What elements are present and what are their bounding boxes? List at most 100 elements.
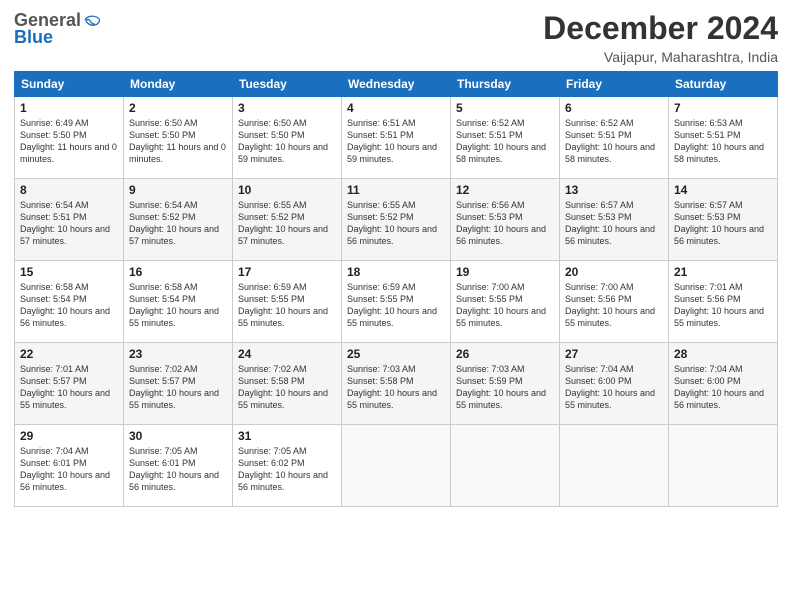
- day-info: Sunrise: 6:59 AMSunset: 5:55 PMDaylight:…: [347, 281, 445, 330]
- month-title: December 2024: [543, 10, 778, 47]
- calendar-cell: 20 Sunrise: 7:00 AMSunset: 5:56 PMDayligh…: [560, 261, 669, 343]
- calendar-cell: 8 Sunrise: 6:54 AMSunset: 5:51 PMDaylight…: [15, 179, 124, 261]
- day-info: Sunrise: 6:55 AMSunset: 5:52 PMDaylight:…: [238, 199, 336, 248]
- calendar-header-thursday: Thursday: [451, 72, 560, 97]
- day-info: Sunrise: 7:02 AMSunset: 5:57 PMDaylight:…: [129, 363, 227, 412]
- day-info: Sunrise: 7:04 AMSunset: 6:00 PMDaylight:…: [674, 363, 772, 412]
- title-block: December 2024 Vaijapur, Maharashtra, Ind…: [543, 10, 778, 65]
- day-info: Sunrise: 7:02 AMSunset: 5:58 PMDaylight:…: [238, 363, 336, 412]
- day-info: Sunrise: 6:54 AMSunset: 5:52 PMDaylight:…: [129, 199, 227, 248]
- day-number: 8: [20, 183, 118, 197]
- day-number: 25: [347, 347, 445, 361]
- main-container: General Blue December 2024 Vaijapur, Mah…: [0, 0, 792, 517]
- calendar-header-saturday: Saturday: [669, 72, 778, 97]
- calendar-week-3: 15 Sunrise: 6:58 AMSunset: 5:54 PMDayligh…: [15, 261, 778, 343]
- day-info: Sunrise: 6:56 AMSunset: 5:53 PMDaylight:…: [456, 199, 554, 248]
- calendar-cell: 28 Sunrise: 7:04 AMSunset: 6:00 PMDayligh…: [669, 343, 778, 425]
- calendar-cell: [342, 425, 451, 507]
- day-number: 6: [565, 101, 663, 115]
- day-info: Sunrise: 7:03 AMSunset: 5:59 PMDaylight:…: [456, 363, 554, 412]
- day-info: Sunrise: 7:00 AMSunset: 5:56 PMDaylight:…: [565, 281, 663, 330]
- day-info: Sunrise: 6:51 AMSunset: 5:51 PMDaylight:…: [347, 117, 445, 166]
- day-number: 1: [20, 101, 118, 115]
- day-info: Sunrise: 6:54 AMSunset: 5:51 PMDaylight:…: [20, 199, 118, 248]
- day-number: 29: [20, 429, 118, 443]
- calendar-week-4: 22Sunrise: 7:01 AMSunset: 5:57 PMDayligh…: [15, 343, 778, 425]
- calendar-cell: 24Sunrise: 7:02 AMSunset: 5:58 PMDayligh…: [233, 343, 342, 425]
- calendar-cell: 30Sunrise: 7:05 AMSunset: 6:01 PMDayligh…: [124, 425, 233, 507]
- calendar-cell: 23Sunrise: 7:02 AMSunset: 5:57 PMDayligh…: [124, 343, 233, 425]
- calendar-cell: 26 Sunrise: 7:03 AMSunset: 5:59 PMDayligh…: [451, 343, 560, 425]
- day-info: Sunrise: 7:05 AMSunset: 6:02 PMDaylight:…: [238, 445, 336, 494]
- day-number: 22: [20, 347, 118, 361]
- calendar-cell: 9 Sunrise: 6:54 AMSunset: 5:52 PMDaylight…: [124, 179, 233, 261]
- day-info: Sunrise: 7:05 AMSunset: 6:01 PMDaylight:…: [129, 445, 227, 494]
- day-number: 13: [565, 183, 663, 197]
- calendar-cell: 17Sunrise: 6:59 AMSunset: 5:55 PMDayligh…: [233, 261, 342, 343]
- calendar-header-monday: Monday: [124, 72, 233, 97]
- day-number: 9: [129, 183, 227, 197]
- page-header: General Blue December 2024 Vaijapur, Mah…: [14, 10, 778, 65]
- day-number: 11: [347, 183, 445, 197]
- day-number: 14: [674, 183, 772, 197]
- calendar-cell: 19Sunrise: 7:00 AMSunset: 5:55 PMDayligh…: [451, 261, 560, 343]
- calendar-header-row: SundayMondayTuesdayWednesdayThursdayFrid…: [15, 72, 778, 97]
- day-number: 21: [674, 265, 772, 279]
- calendar-cell: 12 Sunrise: 6:56 AMSunset: 5:53 PMDayligh…: [451, 179, 560, 261]
- calendar-header-wednesday: Wednesday: [342, 72, 451, 97]
- day-number: 27: [565, 347, 663, 361]
- calendar-cell: 3Sunrise: 6:50 AMSunset: 5:50 PMDaylight…: [233, 97, 342, 179]
- calendar-cell: 5 Sunrise: 6:52 AMSunset: 5:51 PMDaylight…: [451, 97, 560, 179]
- calendar-cell: [669, 425, 778, 507]
- calendar-week-5: 29 Sunrise: 7:04 AMSunset: 6:01 PMDayligh…: [15, 425, 778, 507]
- day-number: 3: [238, 101, 336, 115]
- day-number: 28: [674, 347, 772, 361]
- day-number: 16: [129, 265, 227, 279]
- calendar-header-tuesday: Tuesday: [233, 72, 342, 97]
- calendar-cell: 18Sunrise: 6:59 AMSunset: 5:55 PMDayligh…: [342, 261, 451, 343]
- calendar-week-1: 1 Sunrise: 6:49 AMSunset: 5:50 PMDaylight…: [15, 97, 778, 179]
- day-info: Sunrise: 6:57 AMSunset: 5:53 PMDaylight:…: [565, 199, 663, 248]
- day-info: Sunrise: 6:52 AMSunset: 5:51 PMDaylight:…: [565, 117, 663, 166]
- calendar-cell: 25 Sunrise: 7:03 AMSunset: 5:58 PMDayligh…: [342, 343, 451, 425]
- day-info: Sunrise: 6:55 AMSunset: 5:52 PMDaylight:…: [347, 199, 445, 248]
- calendar-cell: [451, 425, 560, 507]
- location: Vaijapur, Maharashtra, India: [543, 49, 778, 65]
- day-info: Sunrise: 7:00 AMSunset: 5:55 PMDaylight:…: [456, 281, 554, 330]
- day-number: 2: [129, 101, 227, 115]
- calendar-cell: 6 Sunrise: 6:52 AMSunset: 5:51 PMDaylight…: [560, 97, 669, 179]
- calendar-cell: 22Sunrise: 7:01 AMSunset: 5:57 PMDayligh…: [15, 343, 124, 425]
- calendar-cell: 10Sunrise: 6:55 AMSunset: 5:52 PMDayligh…: [233, 179, 342, 261]
- day-number: 20: [565, 265, 663, 279]
- day-number: 5: [456, 101, 554, 115]
- calendar-header-friday: Friday: [560, 72, 669, 97]
- day-number: 15: [20, 265, 118, 279]
- day-info: Sunrise: 6:52 AMSunset: 5:51 PMDaylight:…: [456, 117, 554, 166]
- day-number: 4: [347, 101, 445, 115]
- calendar-cell: [560, 425, 669, 507]
- calendar-cell: 4 Sunrise: 6:51 AMSunset: 5:51 PMDaylight…: [342, 97, 451, 179]
- calendar-cell: 7 Sunrise: 6:53 AMSunset: 5:51 PMDaylight…: [669, 97, 778, 179]
- calendar-cell: 2Sunrise: 6:50 AMSunset: 5:50 PMDaylight…: [124, 97, 233, 179]
- day-number: 7: [674, 101, 772, 115]
- day-info: Sunrise: 6:49 AMSunset: 5:50 PMDaylight:…: [20, 117, 118, 166]
- calendar-week-2: 8 Sunrise: 6:54 AMSunset: 5:51 PMDaylight…: [15, 179, 778, 261]
- logo-bird-icon: [83, 13, 101, 29]
- calendar-cell: 29 Sunrise: 7:04 AMSunset: 6:01 PMDayligh…: [15, 425, 124, 507]
- day-info: Sunrise: 7:04 AMSunset: 6:00 PMDaylight:…: [565, 363, 663, 412]
- calendar-table: SundayMondayTuesdayWednesdayThursdayFrid…: [14, 71, 778, 507]
- day-info: Sunrise: 7:04 AMSunset: 6:01 PMDaylight:…: [20, 445, 118, 494]
- calendar-cell: 16Sunrise: 6:58 AMSunset: 5:54 PMDayligh…: [124, 261, 233, 343]
- calendar-cell: 1 Sunrise: 6:49 AMSunset: 5:50 PMDaylight…: [15, 97, 124, 179]
- day-number: 26: [456, 347, 554, 361]
- day-info: Sunrise: 6:57 AMSunset: 5:53 PMDaylight:…: [674, 199, 772, 248]
- calendar-cell: 27 Sunrise: 7:04 AMSunset: 6:00 PMDayligh…: [560, 343, 669, 425]
- day-number: 12: [456, 183, 554, 197]
- day-info: Sunrise: 7:03 AMSunset: 5:58 PMDaylight:…: [347, 363, 445, 412]
- day-info: Sunrise: 6:53 AMSunset: 5:51 PMDaylight:…: [674, 117, 772, 166]
- calendar-cell: 13 Sunrise: 6:57 AMSunset: 5:53 PMDayligh…: [560, 179, 669, 261]
- day-info: Sunrise: 7:01 AMSunset: 5:56 PMDaylight:…: [674, 281, 772, 330]
- logo-blue-text: Blue: [14, 27, 53, 48]
- day-info: Sunrise: 6:58 AMSunset: 5:54 PMDaylight:…: [20, 281, 118, 330]
- day-number: 31: [238, 429, 336, 443]
